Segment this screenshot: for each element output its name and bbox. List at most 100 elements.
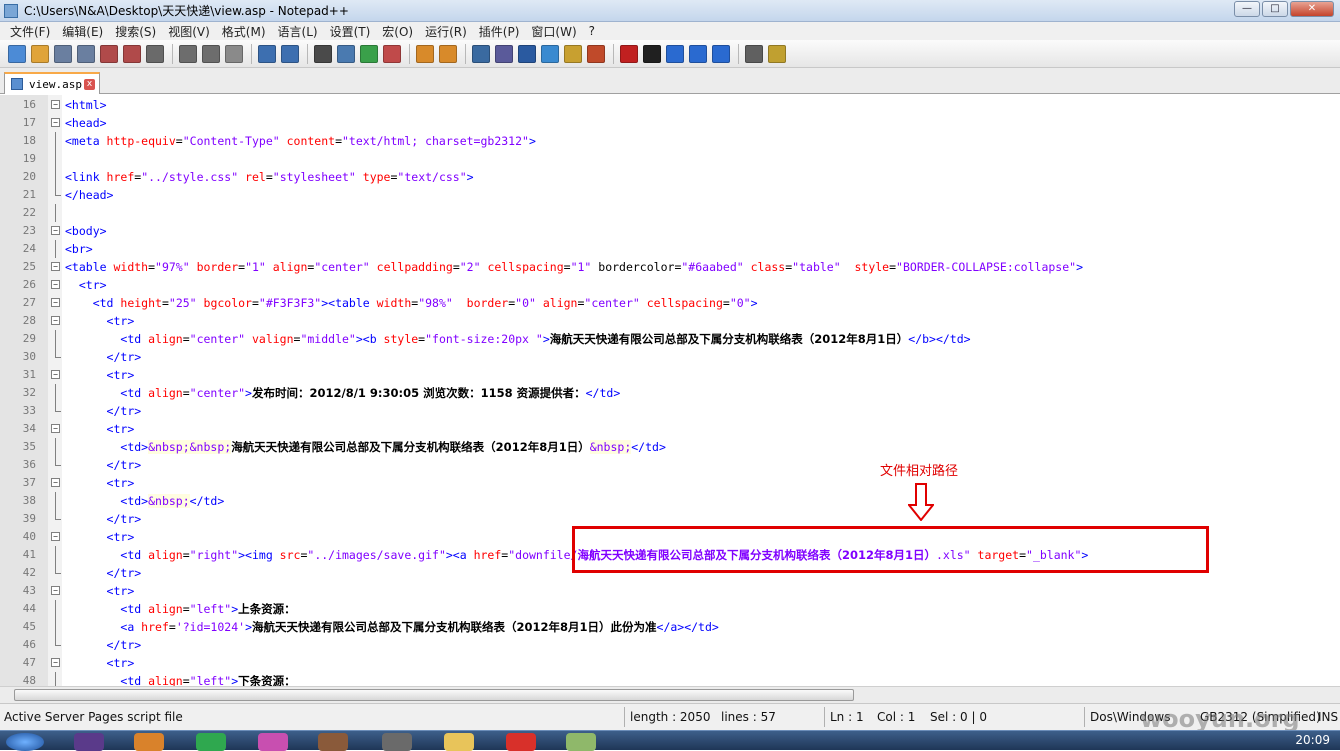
play-macro-icon[interactable] bbox=[666, 44, 684, 63]
fold-toggle-icon[interactable]: − bbox=[51, 586, 60, 595]
close-icon[interactable] bbox=[100, 44, 118, 63]
chrome-icon[interactable] bbox=[196, 733, 226, 751]
code-line[interactable]: 44 <td align="left">上条资源： bbox=[0, 600, 1340, 618]
code-line[interactable]: 30 </tr> bbox=[0, 348, 1340, 366]
code-line[interactable]: 18 <meta http-equiv="Content-Type" conten… bbox=[0, 132, 1340, 150]
close-all-icon[interactable] bbox=[123, 44, 141, 63]
fold-toggle-icon[interactable]: − bbox=[51, 532, 60, 541]
function-list-icon[interactable] bbox=[587, 44, 605, 63]
menu-item[interactable]: 文件(F) bbox=[4, 23, 56, 40]
menu-item[interactable]: 插件(P) bbox=[473, 23, 526, 40]
scrollbar-thumb[interactable] bbox=[14, 689, 854, 701]
code-line[interactable]: 16 − <html> bbox=[0, 96, 1340, 114]
code-editor[interactable]: 16− <html> 17− <head> 18 <meta http-equiv="Co… bbox=[0, 95, 1340, 686]
menu-item[interactable]: 设置(T) bbox=[324, 23, 377, 40]
explorer-icon[interactable] bbox=[444, 733, 474, 751]
menu-item[interactable]: 语言(L) bbox=[272, 23, 324, 40]
menu-item[interactable]: 宏(O) bbox=[376, 23, 419, 40]
taskbar-app-icon[interactable] bbox=[506, 733, 536, 751]
menu-item[interactable]: 格式(M) bbox=[216, 23, 272, 40]
menu-item[interactable]: 编辑(E) bbox=[56, 23, 109, 40]
code-line[interactable]: 22 bbox=[0, 204, 1340, 222]
menu-item[interactable]: 视图(V) bbox=[162, 23, 216, 40]
notepadpp-taskbar-icon[interactable] bbox=[566, 733, 596, 751]
sync-h-icon[interactable] bbox=[439, 44, 457, 63]
code-line[interactable]: 19 bbox=[0, 150, 1340, 168]
fold-toggle-icon[interactable]: − bbox=[51, 262, 60, 271]
fold-toggle-icon[interactable]: − bbox=[51, 298, 60, 307]
wrap-icon[interactable] bbox=[472, 44, 490, 63]
code-line[interactable]: 43 − <tr> bbox=[0, 582, 1340, 600]
stop-record-icon[interactable] bbox=[643, 44, 661, 63]
fold-toggle-icon[interactable]: − bbox=[51, 118, 60, 127]
sync-v-icon[interactable] bbox=[416, 44, 434, 63]
code-line[interactable]: 32 <td align="center">发布时间：2012/8/1 9:30… bbox=[0, 384, 1340, 402]
code-line[interactable]: 48 <td align="left">下条资源： bbox=[0, 672, 1340, 686]
horizontal-scrollbar[interactable] bbox=[0, 686, 1340, 703]
taskbar-app-icon[interactable] bbox=[318, 733, 348, 751]
replace-icon[interactable] bbox=[337, 44, 355, 63]
zoom-in-icon[interactable] bbox=[360, 44, 378, 63]
taskbar-app-icon[interactable] bbox=[382, 733, 412, 751]
code-line[interactable]: 28 − <tr> bbox=[0, 312, 1340, 330]
code-line[interactable]: 45 <a href='?id=1024'>海航天天快递有限公司总部及下属分支机… bbox=[0, 618, 1340, 636]
fold-toggle-icon[interactable]: − bbox=[51, 658, 60, 667]
code-line[interactable]: 38 <td>&nbsp;</td> bbox=[0, 492, 1340, 510]
copy-icon[interactable] bbox=[202, 44, 220, 63]
tab-view-asp[interactable]: view.asp x bbox=[4, 72, 100, 94]
code-line[interactable]: 37 − <tr> bbox=[0, 474, 1340, 492]
code-line[interactable]: 31 − <tr> bbox=[0, 366, 1340, 384]
fold-toggle-icon[interactable]: − bbox=[51, 478, 60, 487]
record-macro-icon[interactable] bbox=[620, 44, 638, 63]
menu-item[interactable]: ? bbox=[583, 24, 601, 38]
spellcheck-icon[interactable] bbox=[745, 44, 763, 63]
paste-icon[interactable] bbox=[225, 44, 243, 63]
code-line[interactable]: 25− <table width="97%" border="1" align="… bbox=[0, 258, 1340, 276]
code-line[interactable]: 24 <br> bbox=[0, 240, 1340, 258]
code-line[interactable]: 21 </head> bbox=[0, 186, 1340, 204]
minimize-button[interactable]: — bbox=[1234, 1, 1260, 17]
show-all-chars-icon[interactable] bbox=[495, 44, 513, 63]
maximize-button[interactable]: □ bbox=[1262, 1, 1288, 17]
indent-guide-icon[interactable] bbox=[518, 44, 536, 63]
code-line[interactable]: 20 <link href="../style.css" rel="stylesh… bbox=[0, 168, 1340, 186]
zoom-out-icon[interactable] bbox=[383, 44, 401, 63]
code-line[interactable]: 46 </tr> bbox=[0, 636, 1340, 654]
code-line[interactable]: 17 − <head> bbox=[0, 114, 1340, 132]
close-button[interactable]: ✕ bbox=[1290, 1, 1334, 17]
fold-toggle-icon[interactable]: − bbox=[51, 100, 60, 109]
code-line[interactable]: 47 − <tr> bbox=[0, 654, 1340, 672]
fold-toggle-icon[interactable]: − bbox=[51, 316, 60, 325]
fold-toggle-icon[interactable]: − bbox=[51, 226, 60, 235]
code-line[interactable]: 34 − <tr> bbox=[0, 420, 1340, 438]
start-button-icon[interactable] bbox=[6, 733, 44, 751]
user-lang-icon[interactable] bbox=[541, 44, 559, 63]
new-file-icon[interactable] bbox=[8, 44, 26, 63]
cut-icon[interactable] bbox=[179, 44, 197, 63]
code-line[interactable]: 27− <td height="25" bgcolor="#F3F3F3"><t… bbox=[0, 294, 1340, 312]
print-icon[interactable] bbox=[146, 44, 164, 63]
code-line[interactable]: 29 <td align="center" valign="middle"><b… bbox=[0, 330, 1340, 348]
code-line[interactable]: 23 − <body> bbox=[0, 222, 1340, 240]
fold-toggle-icon[interactable]: − bbox=[51, 280, 60, 289]
undo-icon[interactable] bbox=[258, 44, 276, 63]
taskbar-app-icon[interactable] bbox=[134, 733, 164, 751]
menu-item[interactable]: 运行(R) bbox=[419, 23, 473, 40]
save-macro-icon[interactable] bbox=[712, 44, 730, 63]
code-line[interactable]: 33 </tr> bbox=[0, 402, 1340, 420]
save-icon[interactable] bbox=[54, 44, 72, 63]
taskbar-app-icon[interactable] bbox=[74, 733, 104, 751]
code-line[interactable]: 26 − <tr> bbox=[0, 276, 1340, 294]
redo-icon[interactable] bbox=[281, 44, 299, 63]
find-icon[interactable] bbox=[314, 44, 332, 63]
plugin-icon[interactable] bbox=[768, 44, 786, 63]
fold-toggle-icon[interactable]: − bbox=[51, 424, 60, 433]
save-all-icon[interactable] bbox=[77, 44, 95, 63]
open-file-icon[interactable] bbox=[31, 44, 49, 63]
tab-close-icon[interactable]: x bbox=[83, 78, 95, 90]
taskbar-app-icon[interactable] bbox=[258, 733, 288, 751]
code-line[interactable]: 35 <td>&nbsp;&nbsp;海航天天快递有限公司总部及下属分支机构联络… bbox=[0, 438, 1340, 456]
run-macro-multiple-icon[interactable] bbox=[689, 44, 707, 63]
menu-item[interactable]: 窗口(W) bbox=[525, 23, 582, 40]
code-line[interactable]: 36 </tr> bbox=[0, 456, 1340, 474]
